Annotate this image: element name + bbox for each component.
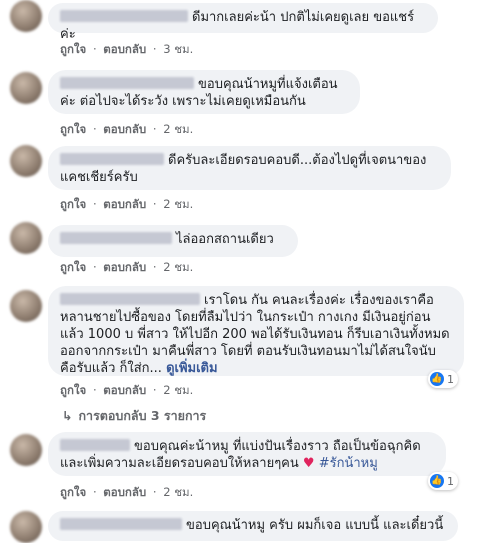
reply-button[interactable]: ตอบกลับ [103,42,146,56]
dot-separator: · [152,485,157,499]
commenter-name[interactable] [60,10,188,22]
like-button[interactable]: ถูกใจ [60,485,86,499]
like-button[interactable]: ถูกใจ [60,260,86,274]
dot-separator: · [152,383,157,397]
dot-separator: · [152,260,157,274]
comment-bubble: ขอบคุณน้าหมูที่แจ้งเตือนค่ะ ต่อไปจะได้ระ… [48,70,360,114]
reply-button[interactable]: ตอบกลับ [103,197,146,211]
reply-button[interactable]: ตอบกลับ [103,260,146,274]
avatar[interactable] [10,72,42,104]
commenter-name[interactable] [60,77,194,89]
dot-separator: · [152,122,157,136]
comment-actions: ถูกใจ · ตอบกลับ · 3 ชม. [60,41,196,59]
reaction-number: 1 [447,372,454,386]
reply-arrow-icon: ↳ [62,408,73,423]
comment-actions: ถูกใจ · ตอบกลับ · 2 ชม. [60,484,196,502]
comment-actions: ถูกใจ · ตอบกลับ · 2 ชม. [60,121,196,139]
comment-bubble: ดีครับละเอียดรอบคอบดี...ต้องไปดูที่เจตนา… [48,146,451,190]
avatar[interactable] [10,511,42,543]
dot-separator: · [92,122,97,136]
commenter-name[interactable] [60,518,182,530]
like-button[interactable]: ถูกใจ [60,42,86,56]
reaction-count[interactable]: 👍 1 [428,472,458,490]
like-button[interactable]: ถูกใจ [60,122,86,136]
avatar[interactable] [10,145,42,177]
commenter-name[interactable] [60,439,130,451]
commenter-name[interactable] [60,293,200,305]
dot-separator: · [92,197,97,211]
dot-separator: · [92,485,97,499]
reply-button[interactable]: ตอบกลับ [103,383,146,397]
comment-time[interactable]: 2 ชม. [163,197,193,211]
like-button[interactable]: ถูกใจ [60,383,86,397]
reaction-count[interactable]: 👍 1 [428,370,458,388]
comment-text: เราโดน กัน คนละเรื่องค่ะ เรื่องของเราคือ… [60,293,450,376]
dot-separator: · [92,383,97,397]
comment-bubble: เราโดน กัน คนละเรื่องค่ะ เรื่องของเราคือ… [48,286,464,376]
dot-separator: · [92,42,97,56]
comment-actions: ถูกใจ · ตอบกลับ · 2 ชม. [60,196,196,214]
comment-bubble: ขอบคุณค่ะน้าหมู ที่แบ่งปันเรื่องราว ถือเ… [48,432,446,476]
avatar[interactable] [10,290,42,322]
comment-bubble: ขอบคุณน้าหมู ครับ ผมก็เจอ แบบนี้ และเดี๋… [48,511,458,541]
heart-icon: ♥ [302,456,315,471]
comment-bubble: ดีมากเลยค่ะน้า ปกติไม่เคยดูเลย ขอแชร์ค่ะ [48,3,438,42]
comment-time[interactable]: 2 ชม. [163,122,193,136]
dot-separator: · [152,42,157,56]
commenter-name[interactable] [60,153,164,165]
dot-separator: · [92,260,97,274]
hashtag-link[interactable]: #รักน้าหมู [319,456,378,471]
reaction-number: 1 [447,474,454,488]
comment-time[interactable]: 2 ชม. [163,485,193,499]
comment-text: ไล่ออกสถานเดียว [176,232,274,247]
replies-label: การตอบกลับ 3 รายการ [78,408,207,423]
see-more-link[interactable]: ดูเพิ่มเติม [166,361,217,376]
comment-actions: ถูกใจ · ตอบกลับ · 2 ชม. [60,382,196,400]
reply-button[interactable]: ตอบกลับ [103,122,146,136]
avatar[interactable] [10,222,42,254]
like-icon: 👍 [430,372,444,386]
comment-time[interactable]: 2 ชม. [163,383,193,397]
view-replies-link[interactable]: ↳ การตอบกลับ 3 รายการ [62,406,206,426]
commenter-name[interactable] [60,232,172,244]
like-icon: 👍 [430,474,444,488]
reply-button[interactable]: ตอบกลับ [103,485,146,499]
comment-time[interactable]: 2 ชม. [163,260,193,274]
comment-actions: ถูกใจ · ตอบกลับ · 2 ชม. [60,259,196,277]
avatar[interactable] [10,434,42,466]
dot-separator: · [152,197,157,211]
avatar[interactable] [10,0,42,32]
comment-time[interactable]: 3 ชม. [163,42,193,56]
like-button[interactable]: ถูกใจ [60,197,86,211]
comment-bubble: ไล่ออกสถานเดียว [48,225,298,257]
